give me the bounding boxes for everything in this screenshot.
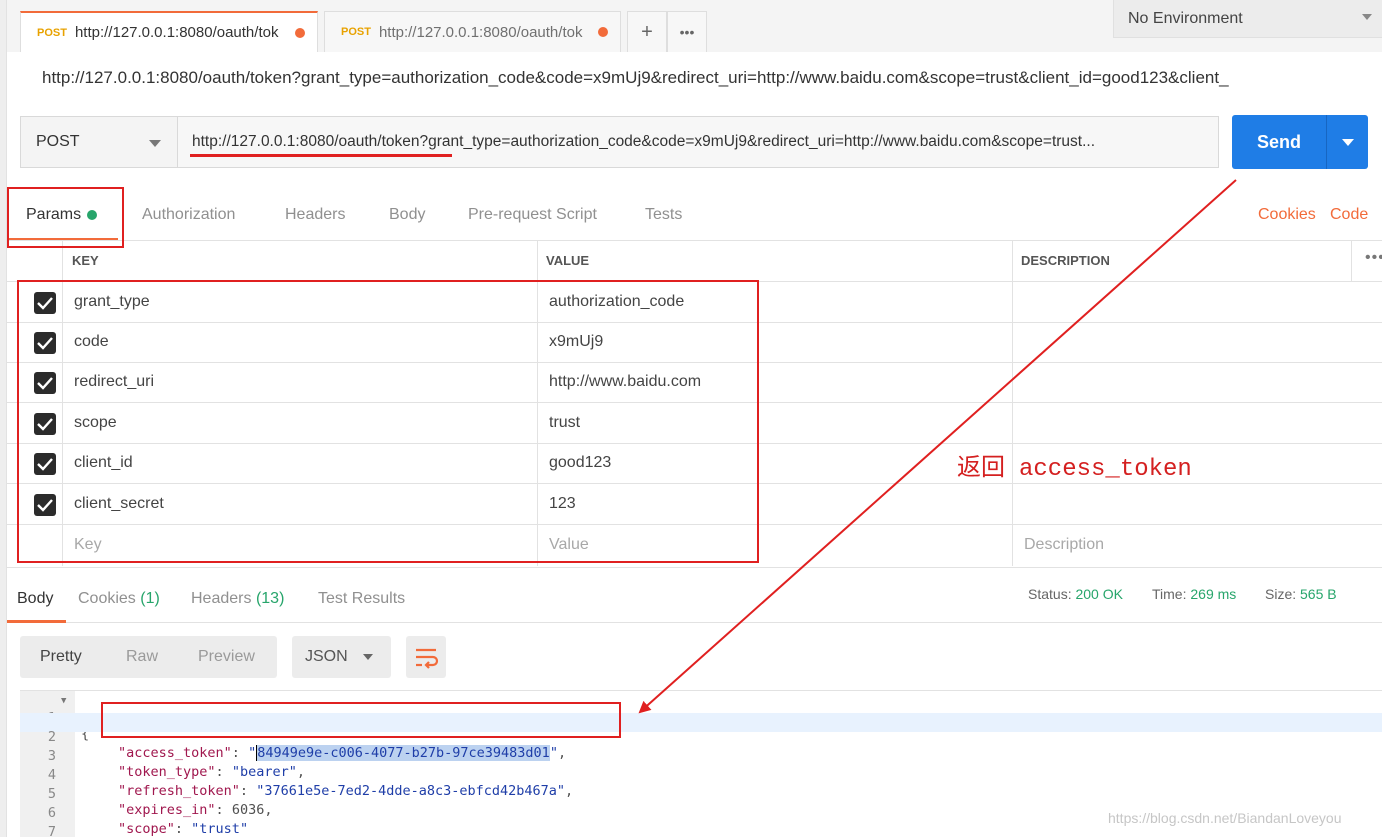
size-label: Size: — [1265, 586, 1297, 602]
annotation-label: 返回 access_token — [957, 447, 1192, 483]
annotation-box-params-table — [17, 280, 759, 563]
new-description-input[interactable]: Description — [1024, 536, 1104, 554]
request-name: http://127.0.0.1:8080/oauth/token?grant_… — [42, 68, 1229, 87]
method-select[interactable]: POST — [20, 116, 178, 168]
environment-select[interactable]: No Environment — [1113, 0, 1382, 38]
send-button[interactable]: Send — [1232, 115, 1326, 169]
url-text: http://127.0.0.1:8080/oauth/token?grant_… — [192, 133, 1096, 150]
more-icon[interactable]: ••• — [1365, 249, 1382, 267]
pretty-button[interactable]: Pretty — [40, 648, 82, 666]
chevron-down-icon — [1362, 14, 1372, 20]
count-badge: (1) — [140, 590, 160, 607]
new-tab-button[interactable]: + — [627, 11, 667, 52]
preview-button[interactable]: Preview — [198, 648, 255, 666]
annotation-underline — [190, 154, 452, 157]
fold-arrow-icon[interactable]: ▼ — [61, 696, 66, 706]
active-tab-indicator — [7, 620, 66, 623]
column-divider — [1351, 240, 1352, 282]
code-line: 6 "scope": "trust" — [20, 789, 1382, 837]
tab-options-button[interactable]: ••• — [667, 11, 707, 52]
method-label: POST — [36, 133, 80, 150]
line-number: 7 — [47, 824, 56, 837]
left-sidebar-edge — [0, 0, 7, 837]
annotation-token-text: access_token — [1019, 456, 1192, 483]
value-column-header: VALUE — [546, 253, 590, 268]
raw-button[interactable]: Raw — [126, 648, 158, 666]
chevron-down-icon — [363, 654, 373, 660]
tab-tests[interactable]: Tests — [645, 206, 682, 224]
tab-method-label: POST — [341, 26, 371, 38]
annotation-box-params — [7, 187, 124, 248]
chevron-down-icon — [149, 140, 161, 147]
send-options-button[interactable] — [1326, 115, 1368, 169]
tab-method-label: POST — [37, 26, 67, 39]
tab-pre-request-script[interactable]: Pre-request Script — [468, 206, 597, 224]
request-tab-2[interactable]: POST http://127.0.0.1:8080/oauth/tok — [324, 11, 621, 52]
url-input[interactable]: http://127.0.0.1:8080/oauth/token?grant_… — [178, 116, 1219, 168]
time-label: Time: — [1152, 586, 1187, 602]
more-icon: ••• — [679, 24, 695, 40]
tab-response-headers[interactable]: Headers (13) — [191, 590, 284, 608]
watermark: https://blog.csdn.net/BiandanLoveyou — [1108, 810, 1342, 826]
time-info: Time: 269 ms — [1152, 586, 1236, 602]
tab-body[interactable]: Body — [389, 206, 425, 224]
count-badge: (13) — [255, 590, 285, 607]
tab-response-cookies[interactable]: Cookies (1) — [78, 590, 160, 608]
description-column-header: DESCRIPTION — [1021, 253, 1110, 268]
tab-response-body[interactable]: Body — [17, 590, 53, 608]
wrap-lines-icon — [416, 648, 439, 669]
key-column-header: KEY — [72, 253, 99, 268]
cookies-link[interactable]: Cookies — [1258, 206, 1316, 224]
code-line: 4 "refresh_token": "37661e5e-7ed2-4dde-a… — [20, 751, 1382, 799]
tab-url-label: http://127.0.0.1:8080/oauth/tok — [74, 24, 279, 41]
annotation-box-access-token — [101, 702, 621, 738]
size-value: 565 B — [1300, 586, 1337, 602]
request-tab-1[interactable]: POST http://127.0.0.1:8080/oauth/tok — [20, 11, 318, 52]
table-header: KEY VALUE DESCRIPTION ••• — [7, 240, 1382, 282]
status-value: 200 OK — [1075, 586, 1123, 602]
status-label: Status: — [1028, 586, 1072, 602]
size-info: Size: 565 B — [1265, 586, 1337, 602]
format-select[interactable]: JSON — [292, 636, 391, 678]
code-link[interactable]: Code — [1330, 206, 1368, 224]
tab-test-results[interactable]: Test Results — [318, 590, 405, 608]
tab-label: Headers — [191, 590, 252, 607]
wrap-lines-button[interactable] — [406, 636, 446, 678]
plus-icon: + — [641, 20, 653, 43]
status-info: Status: 200 OK — [1028, 586, 1123, 602]
view-mode-toggle: Pretty Raw Preview — [20, 636, 277, 678]
tab-label: Cookies — [78, 590, 136, 607]
tab-url-label: http://127.0.0.1:8080/oauth/tok — [378, 23, 583, 41]
format-label: JSON — [305, 648, 348, 665]
tab-headers[interactable]: Headers — [285, 206, 345, 224]
unsaved-dot-icon — [295, 27, 305, 38]
time-value: 269 ms — [1190, 586, 1237, 602]
chevron-down-icon — [1342, 139, 1354, 146]
code-line: 5 "expires_in": 6036, — [20, 770, 1382, 818]
annotation-label-text: 返回 — [957, 453, 1005, 481]
unsaved-dot-icon — [598, 27, 608, 37]
environment-label: No Environment — [1128, 9, 1243, 27]
request-tabs: Params Authorization Headers Body Pre-re… — [7, 190, 1382, 240]
tab-authorization[interactable]: Authorization — [142, 206, 235, 224]
